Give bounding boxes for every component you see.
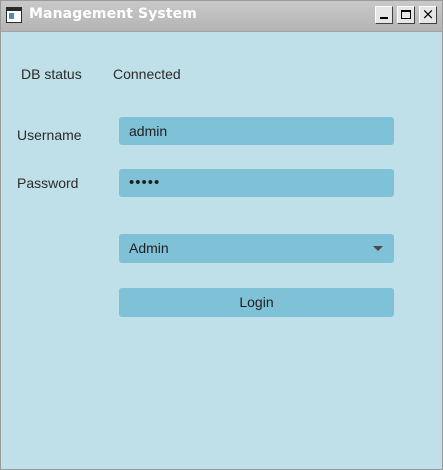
maximize-button[interactable] [397, 6, 415, 24]
minimize-button[interactable] [375, 6, 393, 24]
close-button[interactable]: × [419, 6, 437, 24]
db-status-value: Connected [113, 66, 181, 82]
app-icon-pane [9, 13, 14, 19]
app-icon-bar [7, 8, 21, 11]
maximize-icon [401, 10, 411, 19]
login-button[interactable]: Login [119, 288, 394, 317]
password-label: Password [17, 175, 79, 191]
password-field[interactable]: ••••• [119, 169, 394, 197]
role-select[interactable]: Admin [119, 234, 394, 263]
app-window-icon [6, 7, 22, 23]
username-field[interactable]: admin [119, 117, 394, 145]
close-icon: × [421, 5, 435, 23]
chevron-down-icon [373, 246, 383, 251]
minimize-icon [380, 17, 388, 19]
db-status-label: DB status [21, 66, 82, 82]
window-title: Management System [29, 6, 197, 22]
username-label: Username [17, 127, 82, 143]
main-window: Management System × DB status Connected … [0, 0, 443, 470]
title-bar[interactable]: Management System × [1, 1, 442, 32]
role-select-value: Admin [129, 240, 169, 256]
